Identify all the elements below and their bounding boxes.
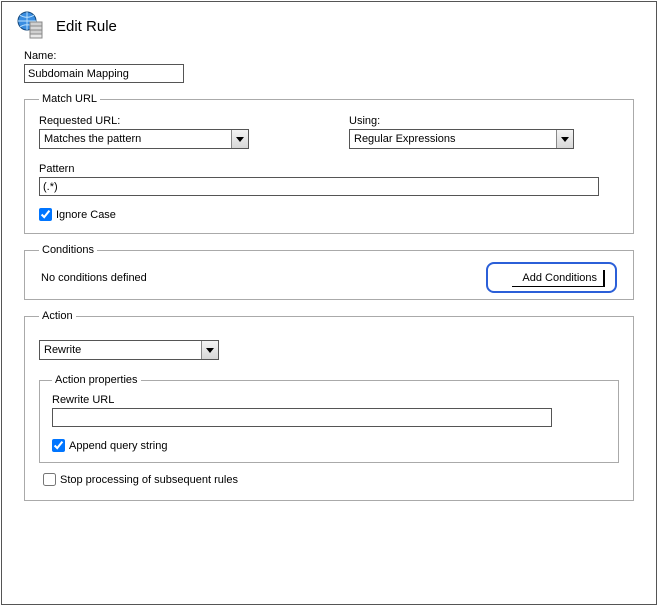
chevron-down-icon	[231, 130, 248, 148]
requested-url-select[interactable]: Matches the pattern	[39, 129, 249, 149]
ignore-case-label[interactable]: Ignore Case	[56, 209, 116, 221]
dialog-content: Name: Match URL Requested URL: Matches t…	[2, 46, 656, 519]
requested-url-label: Requested URL:	[39, 115, 309, 127]
stop-processing-checkbox[interactable]	[43, 473, 56, 486]
append-query-string-checkbox[interactable]	[52, 439, 65, 452]
stop-processing-label[interactable]: Stop processing of subsequent rules	[60, 474, 238, 486]
rewrite-url-input[interactable]	[52, 408, 552, 427]
dialog-frame: Edit Rule Name: Match URL Requested URL:…	[1, 1, 657, 605]
action-properties-group: Action properties Rewrite URL Append que…	[39, 374, 619, 463]
action-properties-legend: Action properties	[52, 374, 141, 386]
name-input[interactable]	[24, 64, 184, 83]
append-query-string-label[interactable]: Append query string	[69, 440, 167, 452]
dialog-header: Edit Rule	[2, 2, 656, 46]
server-globe-icon	[16, 10, 48, 42]
using-select[interactable]: Regular Expressions	[349, 129, 574, 149]
name-label: Name:	[24, 50, 634, 62]
conditions-legend: Conditions	[39, 244, 97, 256]
action-type-select[interactable]: Rewrite	[39, 340, 219, 360]
chevron-down-icon	[556, 130, 573, 148]
pattern-label: Pattern	[39, 163, 619, 175]
dialog-title: Edit Rule	[56, 18, 117, 35]
match-url-group: Match URL Requested URL: Matches the pat…	[24, 93, 634, 234]
using-label: Using:	[349, 115, 619, 127]
action-group: Action Rewrite Action properties Rewrite…	[24, 310, 634, 501]
match-url-legend: Match URL	[39, 93, 100, 105]
rewrite-url-label: Rewrite URL	[52, 394, 606, 406]
ignore-case-checkbox[interactable]	[39, 208, 52, 221]
chevron-down-icon	[201, 341, 218, 359]
add-conditions-highlight: Add Conditions	[486, 262, 617, 293]
add-conditions-button[interactable]: Add Conditions	[512, 270, 605, 287]
conditions-group: Conditions No conditions defined Add Con…	[24, 244, 634, 300]
pattern-input[interactable]	[39, 177, 599, 196]
conditions-empty-text: No conditions defined	[41, 272, 147, 284]
action-legend: Action	[39, 310, 76, 322]
